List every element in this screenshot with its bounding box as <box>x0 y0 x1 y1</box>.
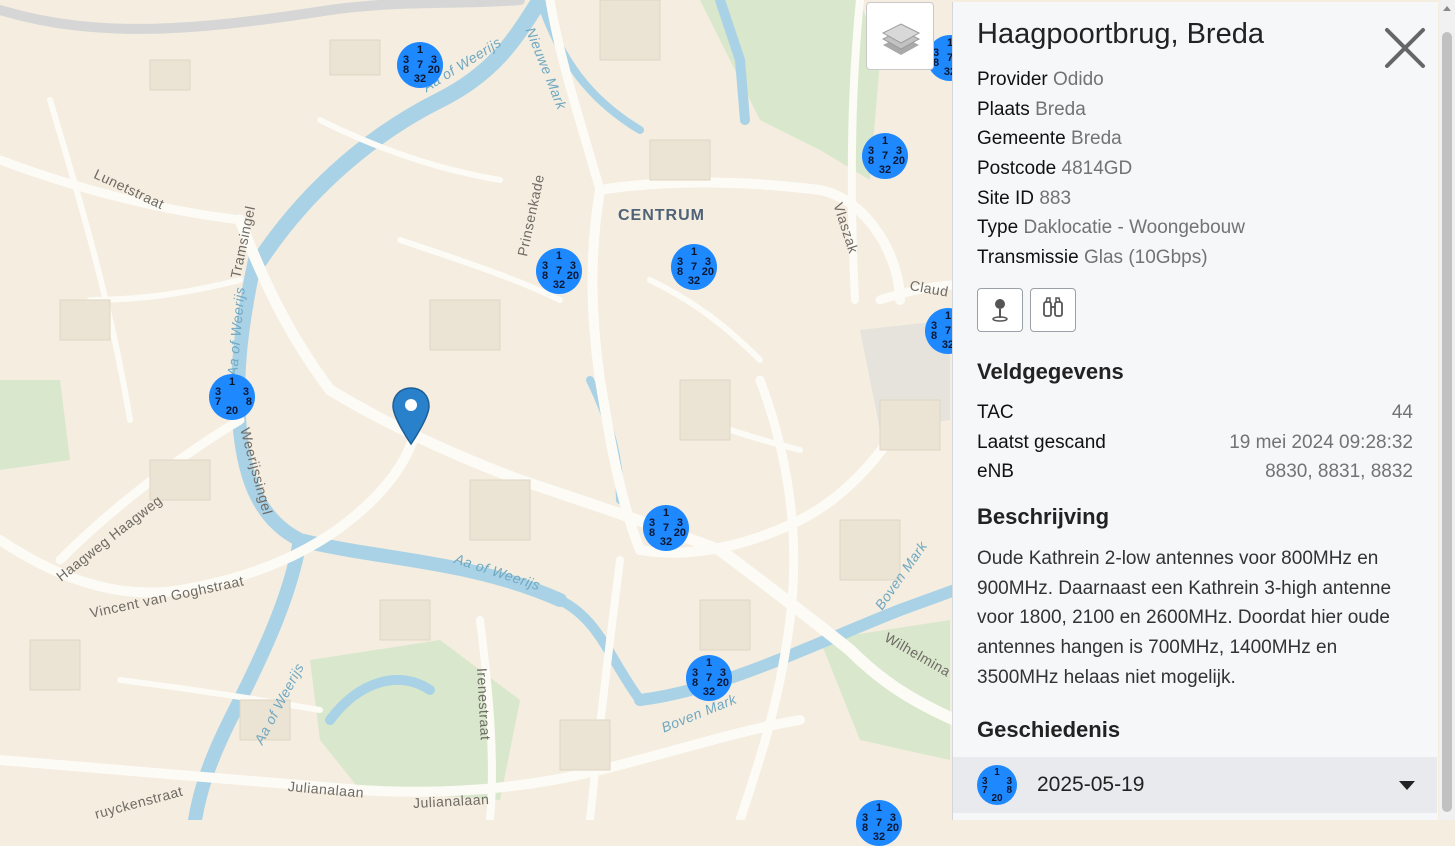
section-geschiedenis: Geschiedenis <box>977 717 1121 742</box>
site-marker[interactable]: 1 3 8 7 3 20 32 <box>862 133 908 179</box>
info-value: 883 <box>1039 188 1072 209</box>
band-label: 20 <box>991 793 1003 804</box>
band-label: 20 <box>225 405 239 417</box>
band-label: 32 <box>687 275 701 287</box>
site-marker[interactable]: 1 3 8 7 3 20 32 <box>671 244 717 290</box>
site-detail-panel: Haagpoortbrug, Breda Provider Odido Plaa… <box>952 2 1438 820</box>
info-site-id: Site ID 883 <box>977 188 1071 210</box>
history-entry[interactable]: 1 3 7 3 8 20 2025-05-19 <box>953 757 1437 813</box>
info-label: Type <box>977 217 1019 238</box>
history-badge: 1 3 7 3 8 20 <box>977 765 1017 805</box>
band-label: 32 <box>702 686 716 698</box>
close-icon <box>1385 28 1425 68</box>
info-provider: Provider Odido <box>977 69 1104 91</box>
band-label: 32 <box>659 536 673 548</box>
kv-key: Laatst gescand <box>977 432 1106 453</box>
band-label: 32 <box>878 164 892 176</box>
info-label: Provider <box>977 69 1048 90</box>
info-value: Breda <box>1035 99 1086 120</box>
panel-scrollbar[interactable] <box>1439 0 1455 820</box>
info-gemeente: Gemeente Breda <box>977 128 1122 150</box>
map-pin-icon <box>992 299 1008 322</box>
band-label: 32 <box>413 73 427 85</box>
band-label: 32 <box>552 279 566 291</box>
district-label: CENTRUM <box>618 207 705 224</box>
kv-value: 8830, 8831, 8832 <box>1265 461 1413 482</box>
info-label: Postcode <box>977 158 1057 179</box>
layers-icon <box>881 23 921 55</box>
info-value: Odido <box>1053 69 1104 90</box>
section-veldgegevens: Veldgegevens <box>977 359 1124 384</box>
kv-value: 19 mei 2024 09:28:32 <box>1229 432 1413 453</box>
section-beschrijving: Beschrijving <box>977 504 1110 529</box>
info-postcode: Postcode 4814GD <box>977 158 1132 180</box>
street-view-button[interactable] <box>1030 288 1076 332</box>
scrollbar-thumb[interactable] <box>1442 32 1452 812</box>
kv-key: eNB <box>977 461 1014 482</box>
description-text: Oude Kathrein 2-low antennes voor 800MHz… <box>977 548 1392 688</box>
site-marker[interactable]: 1 3 8 7 3 20 32 <box>536 248 582 294</box>
info-type: Type Daklocatie - Woongebouw <box>977 217 1245 239</box>
info-value: Daklocatie - Woongebouw <box>1023 217 1245 238</box>
site-marker[interactable]: 1 3 8 7 3 20 32 <box>397 42 443 88</box>
binoculars-icon <box>1043 297 1063 317</box>
info-value: Breda <box>1071 128 1122 149</box>
scroll-up-icon[interactable] <box>1443 6 1451 11</box>
info-value: Glas (10Gbps) <box>1083 247 1208 268</box>
layer-switch-button[interactable] <box>866 2 934 70</box>
chevron-down-icon[interactable] <box>1399 781 1415 790</box>
site-marker[interactable]: 1 3 8 7 3 20 32 <box>686 655 732 701</box>
site-marker[interactable]: 1 3 8 7 3 20 32 <box>856 800 902 846</box>
panel-title: Haagpoortbrug, Breda <box>977 18 1264 50</box>
site-marker[interactable]: 1 3 7 3 8 20 <box>209 374 255 420</box>
info-label: Gemeente <box>977 128 1066 149</box>
close-button[interactable] <box>1381 24 1429 72</box>
kv-key: TAC <box>977 402 1014 423</box>
show-on-map-button[interactable] <box>977 288 1023 332</box>
info-transmissie: Transmissie Glas (10Gbps) <box>977 247 1208 269</box>
history-date: 2025-05-19 <box>1037 773 1145 796</box>
info-label: Plaats <box>977 99 1030 120</box>
map-pin-icon[interactable] <box>391 386 431 446</box>
site-marker[interactable]: 1 3 8 7 3 20 32 <box>643 505 689 551</box>
info-label: Transmissie <box>977 247 1079 268</box>
info-value: 4814GD <box>1061 158 1133 179</box>
info-label: Site ID <box>977 188 1035 209</box>
band-label: 32 <box>872 831 886 843</box>
info-plaats: Plaats Breda <box>977 99 1086 121</box>
kv-value: 44 <box>1391 402 1413 423</box>
